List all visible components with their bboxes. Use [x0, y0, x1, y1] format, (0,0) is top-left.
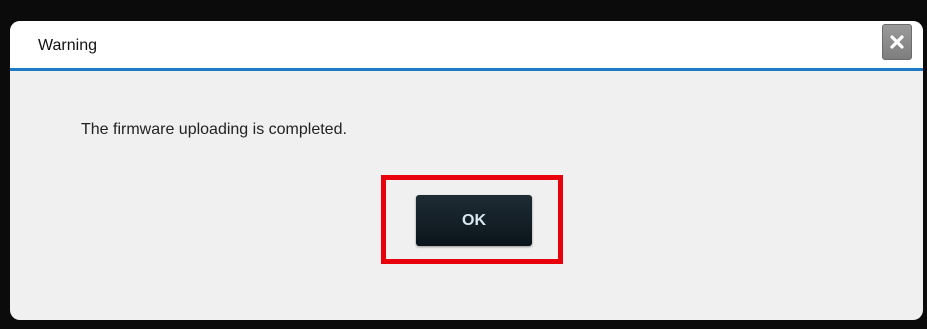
dialog-titlebar: Warning	[10, 21, 923, 71]
ok-button[interactable]: OK	[416, 195, 532, 246]
dialog-message: The firmware uploading is completed.	[81, 121, 347, 138]
warning-dialog: Warning The firmware uploading is comple…	[10, 21, 923, 320]
close-icon	[890, 35, 904, 49]
ok-button-label: OK	[462, 211, 486, 229]
close-button[interactable]	[882, 24, 912, 60]
dialog-title: Warning	[38, 37, 97, 54]
